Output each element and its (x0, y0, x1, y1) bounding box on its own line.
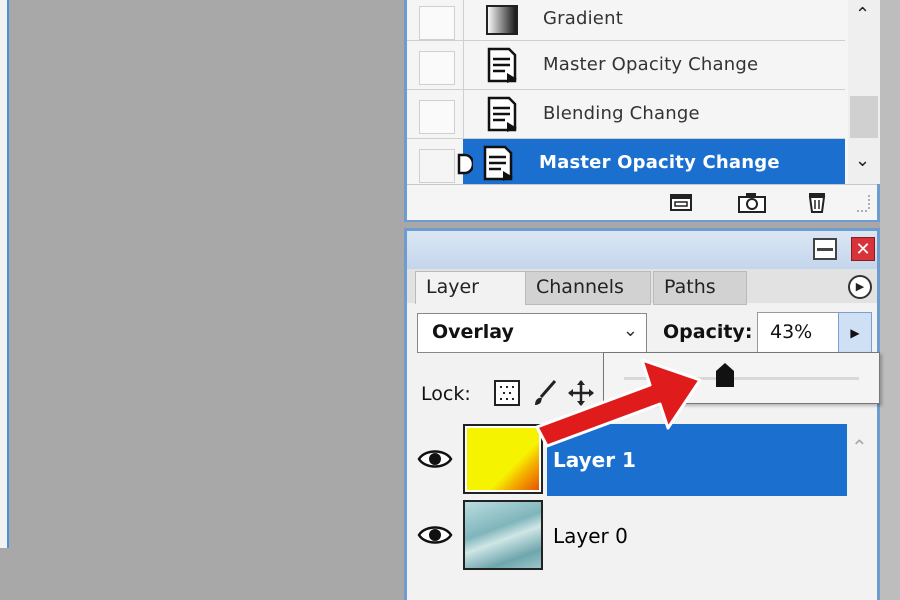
divider (463, 0, 464, 40)
close-button[interactable]: ✕ (851, 237, 875, 261)
opacity-label: Opacity: (663, 321, 753, 343)
opacity-slider-track[interactable] (624, 377, 859, 380)
history-item-label: Master Opacity Change (543, 54, 759, 75)
snapshot-camera-icon[interactable] (737, 191, 767, 213)
history-snapshot-checkbox[interactable] (419, 6, 455, 40)
scroll-up-icon[interactable]: ⌃ (851, 435, 868, 459)
layers-panel: ✕ Layer Channels Paths ▶ Overlay ⌄ Opaci… (404, 228, 880, 600)
lock-position-move-icon[interactable] (567, 379, 595, 407)
history-item-label: Blending Change (543, 103, 700, 124)
minimize-button[interactable] (813, 238, 837, 260)
opacity-slider-thumb[interactable] (714, 361, 736, 389)
layer-row-layer-1[interactable]: Layer 1 (407, 424, 847, 496)
history-scrollbar[interactable]: ⌃ ⌄ (848, 0, 880, 184)
history-item-label: Master Opacity Change (539, 152, 780, 173)
history-snapshot-checkbox[interactable] (419, 149, 455, 183)
layers-tabbar: Layer Channels Paths (407, 269, 877, 305)
opacity-slider-toggle-button[interactable]: ▶ (838, 312, 872, 354)
history-item-master-opacity-change[interactable]: Master Opacity Change (407, 41, 845, 90)
layer-name: Layer 0 (553, 524, 628, 548)
lock-transparency-icon[interactable] (493, 379, 521, 407)
opacity-value: 43% (770, 321, 813, 343)
history-item-master-opacity-change-selected[interactable]: Master Opacity Change (407, 139, 845, 188)
opacity-input[interactable]: 43% (757, 312, 841, 354)
history-footer (407, 184, 877, 220)
blend-mode-select[interactable]: Overlay ⌄ (417, 313, 647, 353)
background-window-edge (0, 0, 9, 548)
history-snapshot-checkbox[interactable] (419, 51, 455, 85)
history-item-label: Gradient (543, 8, 623, 29)
gradient-icon (486, 5, 518, 35)
history-state-icon (483, 145, 513, 181)
history-snapshot-checkbox[interactable] (419, 100, 455, 134)
tab-paths[interactable]: Paths (653, 271, 747, 305)
layer-name: Layer 1 (553, 448, 636, 472)
workspace-edge (880, 0, 900, 600)
blend-mode-value: Overlay (432, 321, 514, 343)
chevron-down-icon: ⌄ (622, 320, 638, 341)
layer-row-layer-0[interactable]: Layer 0 (407, 500, 847, 572)
scroll-down-icon[interactable]: ⌄ (855, 150, 870, 171)
history-state-icon (487, 47, 517, 83)
layer-thumbnail (463, 424, 543, 494)
tab-channels[interactable]: Channels (525, 271, 651, 305)
lock-label: Lock: (421, 383, 471, 405)
eye-visibility-icon[interactable] (417, 446, 453, 472)
panel-menu-icon[interactable]: ▶ (848, 275, 872, 299)
new-document-from-state-icon[interactable] (669, 191, 693, 213)
tab-layer[interactable]: Layer (415, 271, 533, 304)
resize-grip-icon[interactable] (855, 193, 873, 213)
divider (463, 41, 464, 89)
history-state-icon (487, 96, 517, 132)
opacity-slider-popup (603, 352, 880, 404)
eye-visibility-icon[interactable] (417, 522, 453, 548)
history-item-gradient[interactable]: Gradient (407, 0, 845, 41)
history-panel: Gradient Master Opacity Change Blending … (404, 0, 880, 222)
panel-titlebar[interactable]: ✕ (407, 231, 877, 269)
history-state-marker-icon (457, 153, 473, 175)
scrollbar-thumb[interactable] (850, 96, 878, 138)
trash-icon[interactable] (805, 191, 829, 213)
history-item-blending-change[interactable]: Blending Change (407, 90, 845, 139)
lock-image-pixels-brush-icon[interactable] (531, 379, 559, 407)
scroll-up-icon[interactable]: ⌃ (855, 4, 870, 25)
divider (463, 90, 464, 138)
layer-thumbnail (463, 500, 543, 570)
